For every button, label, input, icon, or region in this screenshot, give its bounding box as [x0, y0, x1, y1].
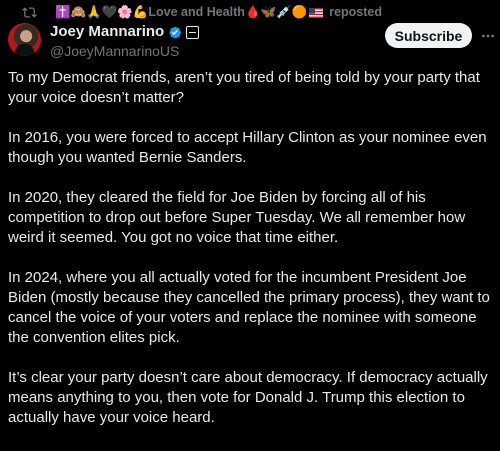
- post-paragraph: In 2016, you were forced to accept Hilla…: [8, 129, 487, 166]
- author-handle[interactable]: @JoeyMannarinoUS: [50, 43, 199, 61]
- author-display-name[interactable]: Joey Mannarino: [50, 23, 164, 42]
- repost-label: reposted: [329, 5, 382, 19]
- author-info: Joey Mannarino @JoeyMannarinoUS: [50, 23, 200, 61]
- avatar[interactable]: [8, 23, 41, 56]
- repost-emojis-prefix: ✝️🙈🙏🖤🌸💪: [55, 4, 149, 19]
- subscribe-button[interactable]: Subscribe: [385, 23, 472, 48]
- more-horizontal-icon[interactable]: [480, 28, 496, 44]
- us-flag-icon: [309, 7, 324, 18]
- repost-emojis-suffix: 🩸🦋💉🟠: [244, 4, 308, 19]
- post-paragraph: It’s clear your party doesn’t care about…: [8, 369, 488, 426]
- repost-context[interactable]: ✝️🙈🙏🖤🌸💪 Love and Health 🩸🦋💉🟠 reposted: [22, 3, 382, 21]
- post-text: To my Democrat friends, aren’t you tired…: [8, 68, 496, 448]
- post-paragraph: In 2020, they cleared the field for Joe …: [8, 189, 466, 246]
- post-card: ✝️🙈🙏🖤🌸💪 Love and Health 🩸🦋💉🟠 reposted Jo…: [0, 0, 500, 451]
- affiliation-badge-icon: [186, 25, 200, 39]
- reposter-name[interactable]: Love and Health: [148, 5, 245, 19]
- verified-badge-icon: [167, 25, 182, 40]
- repost-icon: [22, 5, 37, 20]
- post-paragraph: To my Democrat friends, aren’t you tired…: [8, 69, 480, 106]
- post-paragraph: In 2024, where you all actually voted fo…: [8, 269, 490, 346]
